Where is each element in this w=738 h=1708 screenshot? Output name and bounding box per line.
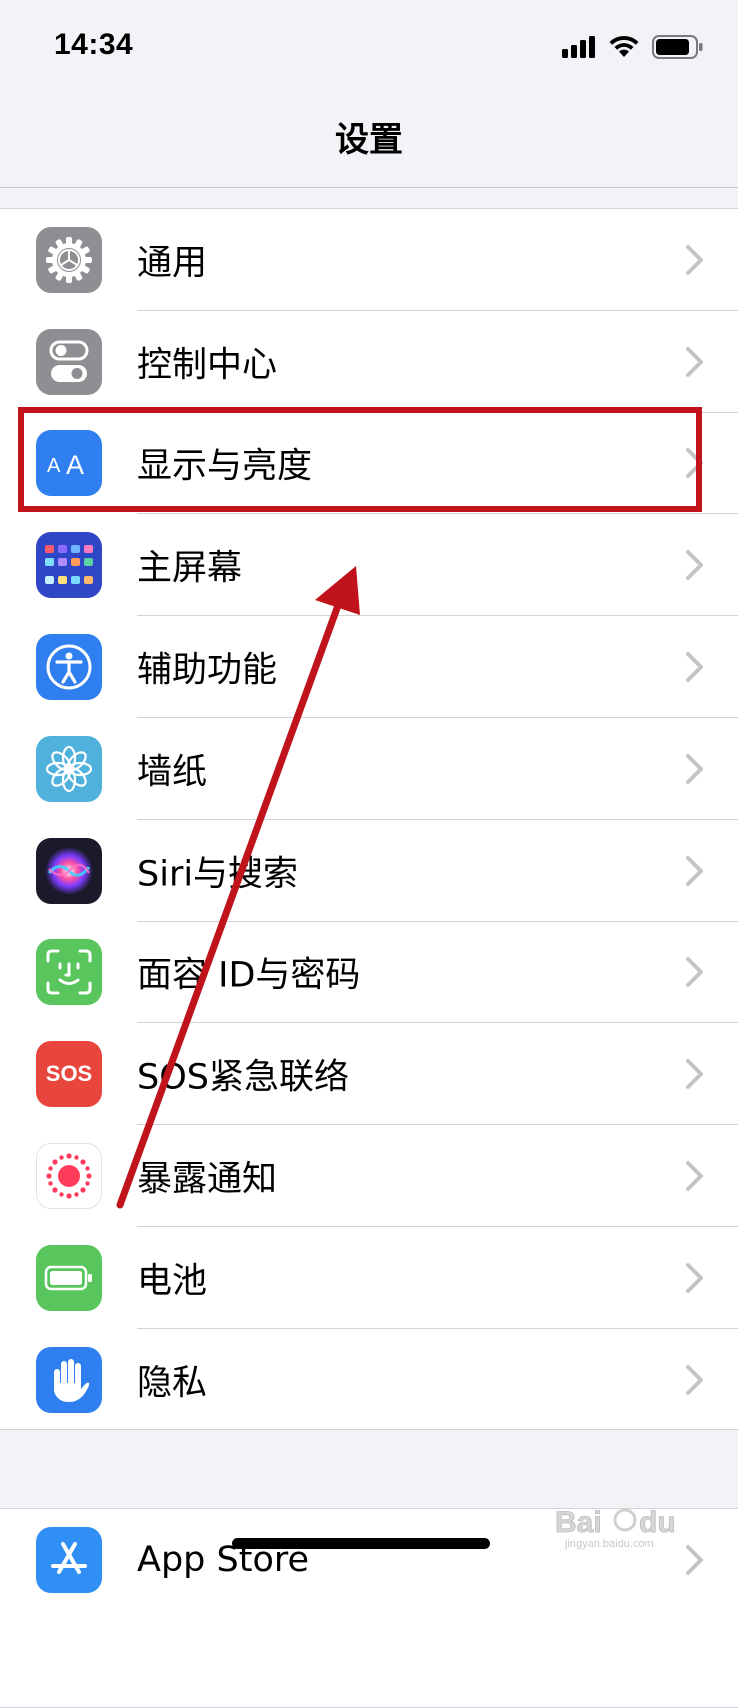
settings-row-face-id[interactable]: 面容 ID与密码 — [0, 922, 738, 1024]
svg-text:Bai: Bai — [555, 1506, 602, 1539]
siri-icon — [36, 837, 102, 904]
settings-list: 通用 控制中心 A A 显示与亮度 主屏幕 辅助功能 墙纸 Siri与搜索 面容… — [0, 208, 738, 1430]
settings-row-privacy[interactable]: 隐私 — [0, 1329, 738, 1431]
accessibility-icon — [36, 634, 102, 701]
battery-status-icon — [652, 35, 703, 59]
settings-row-accessibility[interactable]: 辅助功能 — [0, 616, 738, 718]
chevron-right-icon — [686, 346, 703, 377]
status-time: 14:34 — [54, 28, 134, 61]
settings-row-label: Siri与搜索 — [137, 854, 299, 895]
chevron-right-icon — [686, 1364, 703, 1395]
chevron-right-icon — [686, 1059, 703, 1090]
settings-row-label: 隐私 — [137, 1363, 208, 1404]
settings-row-label: 通用 — [137, 243, 208, 284]
settings-row-home-screen[interactable]: 主屏幕 — [0, 514, 738, 617]
face-id-icon — [36, 939, 102, 1006]
home-screen-grid-icon — [36, 532, 102, 599]
chevron-right-icon — [686, 957, 703, 988]
settings-row-label: SOS紧急联络 — [137, 1057, 349, 1098]
sos-icon: SOS — [36, 1041, 102, 1108]
settings-row-control-center[interactable]: 控制中心 — [0, 311, 738, 413]
status-bar: 14:34 — [0, 0, 738, 90]
chevron-right-icon — [686, 652, 703, 683]
hand-icon — [36, 1346, 102, 1413]
navigation-bar: 设置 — [0, 90, 738, 188]
cellular-signal-icon — [562, 36, 595, 58]
settings-row-label: 面容 ID与密码 — [137, 955, 361, 996]
settings-row-label: 电池 — [137, 1261, 208, 1302]
battery-icon — [36, 1244, 102, 1311]
settings-row-battery[interactable]: 电池 — [0, 1227, 738, 1329]
page-title: 设置 — [335, 120, 403, 160]
home-indicator[interactable] — [232, 1538, 490, 1549]
flower-icon — [36, 735, 102, 802]
settings-row-siri-search[interactable]: Siri与搜索 — [0, 820, 738, 922]
highlight-annotation-box — [18, 407, 702, 512]
settings-row-label: 控制中心 — [137, 345, 278, 386]
chevron-right-icon — [686, 550, 703, 581]
sos-icon-text: SOS — [45, 1061, 93, 1087]
app-store-icon — [36, 1526, 102, 1593]
chevron-right-icon — [686, 753, 703, 784]
settings-row-label: 主屏幕 — [137, 548, 243, 589]
settings-row-wallpaper[interactable]: 墙纸 — [0, 718, 738, 820]
exposure-dots-icon — [36, 1143, 102, 1210]
chevron-right-icon — [686, 855, 703, 886]
settings-row-exposure-notifications[interactable]: 暴露通知 — [0, 1125, 738, 1227]
settings-row-emergency-sos[interactable]: SOS SOS紧急联络 — [0, 1023, 738, 1126]
chevron-right-icon — [686, 1262, 703, 1293]
settings-row-label: 辅助功能 — [137, 650, 278, 691]
settings-screen: 14:34 设置 通用 控制中心 A A 显示与亮度 主屏幕 辅助功能 墙纸 S… — [0, 0, 738, 1708]
chevron-right-icon — [686, 244, 703, 275]
svg-text:du: du — [639, 1506, 676, 1539]
watermark-url: jingyan.baidu.com — [565, 1538, 654, 1550]
chevron-right-icon — [686, 1161, 703, 1192]
settings-row-label: 墙纸 — [137, 752, 208, 793]
gear-icon — [36, 226, 102, 293]
baidu-watermark-logo: Bai du — [555, 1506, 676, 1540]
settings-row-label: 暴露通知 — [137, 1159, 278, 1200]
toggles-icon — [36, 328, 102, 395]
settings-row-general[interactable]: 通用 — [0, 209, 738, 311]
wifi-icon — [609, 35, 639, 57]
status-icons — [562, 32, 704, 62]
